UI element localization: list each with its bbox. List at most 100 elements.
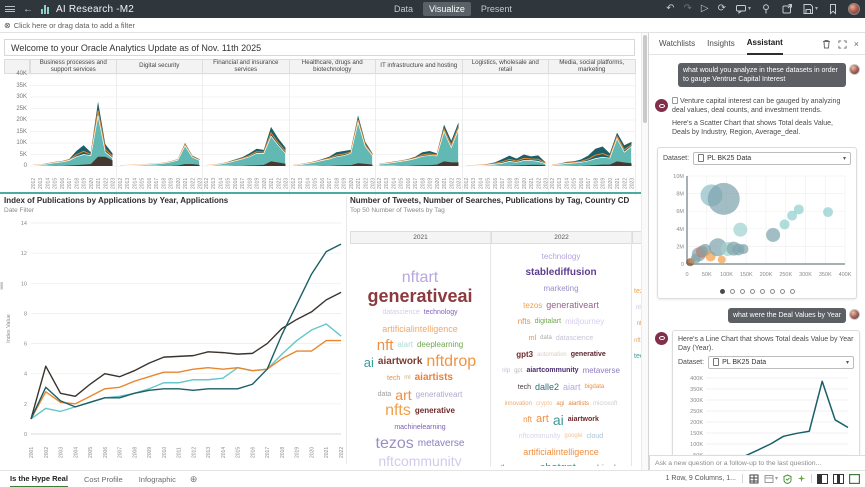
user-avatar[interactable]: [848, 3, 860, 15]
pin-icon[interactable]: [760, 3, 772, 15]
cloud-word[interactable]: nfts: [383, 403, 413, 419]
cloud-word[interactable]: generativeart: [414, 391, 465, 399]
cloud-word[interactable]: ai: [362, 356, 376, 369]
cloud-word[interactable]: technology: [422, 309, 460, 316]
cloud-word[interactable]: microsoft: [591, 401, 619, 407]
layout-options-icon[interactable]: ▾: [764, 474, 778, 484]
back-button[interactable]: ←: [23, 4, 33, 15]
cloud-word[interactable]: nftart: [400, 270, 440, 286]
cloud-word[interactable]: aiartcommunity: [524, 367, 580, 374]
ask-question-input[interactable]: [655, 460, 861, 467]
expand-icon[interactable]: [838, 40, 847, 49]
cloud-word[interactable]: crypto: [534, 401, 554, 407]
cloud-word[interactable]: generativeai: [365, 287, 474, 305]
canvas-scrollbar[interactable]: [641, 33, 648, 470]
cloud-word[interactable]: nfts: [516, 318, 533, 326]
close-icon[interactable]: ×: [854, 39, 859, 49]
cloud-word[interactable]: dalle2: [533, 383, 561, 392]
cloud-word[interactable]: generative: [413, 407, 457, 415]
grid-view-icon[interactable]: [749, 474, 759, 484]
cloud-word[interactable]: datascience: [380, 309, 421, 316]
carousel-dot[interactable]: [750, 289, 755, 294]
tab-visualize[interactable]: Visualize: [423, 2, 471, 16]
cloud-word[interactable]: machinelearning: [392, 424, 447, 431]
cloud-word[interactable]: tezos: [521, 302, 544, 310]
cloud-word[interactable]: digitalart: [533, 318, 563, 325]
cloud-word[interactable]: tech: [516, 384, 533, 391]
wordcloud-viz[interactable]: Number of Tweets, Number of Searches, Pu…: [350, 196, 641, 468]
cloud-word[interactable]: stablediffusion: [523, 268, 598, 278]
cloud-word[interactable]: innovation: [503, 401, 534, 407]
cloud-word[interactable]: tech: [632, 353, 641, 360]
cloud-word[interactable]: gpt3: [514, 351, 535, 359]
layout-center-icon[interactable]: [833, 474, 844, 484]
cloud-word[interactable]: gpt: [512, 368, 524, 374]
dataset-select[interactable]: PL BK25 Data ▾: [708, 356, 854, 369]
cloud-word[interactable]: artificialintelligence: [521, 448, 601, 457]
redo-icon[interactable]: ↷: [683, 4, 691, 14]
carousel-dot[interactable]: [790, 289, 795, 294]
cloud-word[interactable]: agi: [554, 401, 566, 407]
cloud-word[interactable]: data: [376, 391, 394, 398]
cloud-word[interactable]: deeplearning: [415, 341, 465, 349]
carousel-dot[interactable]: [770, 289, 775, 294]
cloud-word[interactable]: nftcommunity: [376, 454, 463, 466]
cloud-word[interactable]: machinelearning: [578, 464, 631, 466]
add-canvas-icon[interactable]: ⊕: [190, 474, 198, 485]
cloud-word[interactable]: midjourney: [563, 318, 606, 326]
refresh-icon[interactable]: ⟳: [718, 4, 726, 14]
canvas-tab-cost-profile[interactable]: Cost Profile: [84, 471, 123, 487]
panel-resize-handle[interactable]: ||: [0, 281, 2, 290]
carousel-dot[interactable]: [780, 289, 785, 294]
cloud-word[interactable]: artificialintelligence: [380, 325, 460, 334]
carousel-dot[interactable]: [730, 289, 735, 294]
layout-full-icon[interactable]: [849, 474, 860, 484]
tab-data[interactable]: Data: [388, 2, 419, 16]
cloud-word[interactable]: aiartwork: [376, 357, 424, 367]
cloud-word[interactable]: nft: [521, 416, 534, 424]
carousel-dot[interactable]: [760, 289, 765, 294]
auto-insights-icon[interactable]: [797, 474, 806, 483]
cloud-word[interactable]: data: [538, 335, 554, 341]
tab-present[interactable]: Present: [475, 2, 518, 16]
cloud-word[interactable]: tezos: [374, 436, 416, 452]
cloud-word[interactable]: aiartwork: [566, 416, 601, 423]
cloud-word[interactable]: art: [393, 388, 413, 402]
bookmark-icon[interactable]: [827, 3, 839, 15]
quality-shield-icon[interactable]: [783, 474, 792, 484]
undo-icon[interactable]: ↶: [666, 4, 674, 14]
cloud-word[interactable]: aiart: [395, 341, 415, 349]
carousel-dot[interactable]: [720, 289, 725, 294]
cloud-word[interactable]: ml: [402, 375, 412, 381]
cloud-word[interactable]: python: [491, 465, 516, 466]
cloud-word[interactable]: cloud: [584, 433, 605, 440]
cloud-word[interactable]: chatgpt: [538, 463, 578, 466]
cloud-word[interactable]: marketing: [541, 285, 580, 293]
cloud-word[interactable]: ai: [551, 413, 566, 427]
cloud-word[interactable]: tech: [385, 375, 402, 382]
cloud-word[interactable]: datascience: [554, 335, 595, 342]
cloud-word[interactable]: tezos: [632, 288, 641, 295]
index-chart-viz[interactable]: Index of Publications by Applications by…: [4, 196, 346, 468]
cloud-word[interactable]: metaverse: [581, 367, 622, 375]
cloud-word[interactable]: technology: [540, 253, 583, 261]
cloud-word[interactable]: bigdata: [583, 384, 607, 390]
dataset-select[interactable]: PL BK25 Data ▾: [693, 152, 851, 165]
canvas-scrollbar-thumb[interactable]: [643, 35, 647, 123]
cloud-word[interactable]: nlp: [634, 305, 641, 311]
cloud-word[interactable]: generative: [569, 351, 608, 358]
cloud-word[interactable]: nft: [375, 338, 396, 353]
cloud-word[interactable]: aiartists: [413, 373, 455, 383]
cloud-word[interactable]: ml: [527, 335, 538, 342]
save-icon[interactable]: ▾: [802, 3, 818, 15]
layout-left-icon[interactable]: [817, 474, 828, 484]
canvas-tab-is-the-hype-real[interactable]: Is the Hype Real: [10, 471, 68, 487]
cloud-word[interactable]: nftart: [632, 338, 641, 344]
cloud-word[interactable]: aiart: [561, 383, 583, 392]
cloud-word[interactable]: aiartists: [566, 401, 591, 407]
comment-icon[interactable]: ▾: [735, 3, 751, 15]
cloud-word[interactable]: nlp: [500, 368, 512, 374]
trash-icon[interactable]: [822, 39, 831, 49]
trellis-chart[interactable]: 40K35K30K25K20K15K10K5K0 Business proces…: [4, 59, 637, 191]
cloud-word[interactable]: metaverse: [416, 439, 467, 449]
